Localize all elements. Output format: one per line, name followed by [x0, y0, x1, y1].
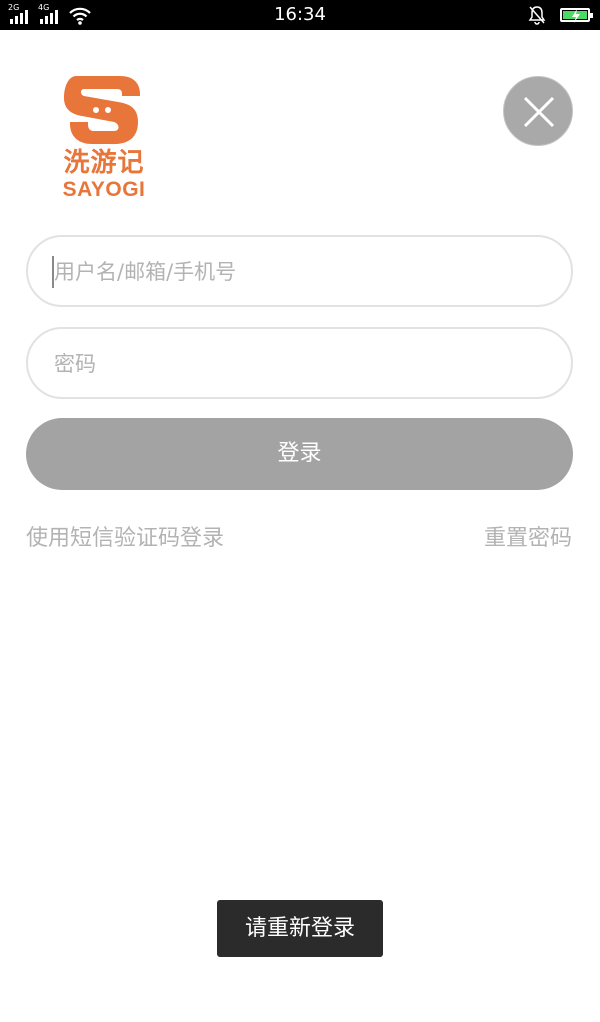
app-logo: 洗游记 SAYOGI: [56, 74, 152, 206]
password-input[interactable]: [52, 329, 546, 399]
logo-chinese-name: 洗游记: [63, 148, 145, 178]
battery-charging-icon: [560, 8, 593, 23]
status-bar: 2G 4G 16:34: [0, 0, 600, 30]
reset-password-link[interactable]: 重置密码: [484, 523, 572, 555]
status-time: 16:34: [274, 4, 326, 25]
username-input[interactable]: [52, 237, 546, 307]
login-button[interactable]: 登录: [26, 418, 573, 490]
close-button[interactable]: [503, 76, 573, 146]
password-field[interactable]: [26, 327, 573, 399]
login-screen: 2G 4G 16:34 洗游记 SAYOGI 用户名/邮箱/手机号 登录 使用短…: [0, 0, 600, 1022]
sms-login-link[interactable]: 使用短信验证码登录: [26, 523, 224, 555]
logo-mark-icon: [64, 76, 140, 144]
username-field[interactable]: [26, 235, 573, 307]
logo-english-name: SAYOGI: [62, 178, 146, 201]
status-bar-right: [528, 5, 593, 25]
close-icon: [523, 96, 555, 128]
toast-message: 请重新登录: [217, 900, 383, 957]
mute-bell-icon: [528, 5, 546, 25]
